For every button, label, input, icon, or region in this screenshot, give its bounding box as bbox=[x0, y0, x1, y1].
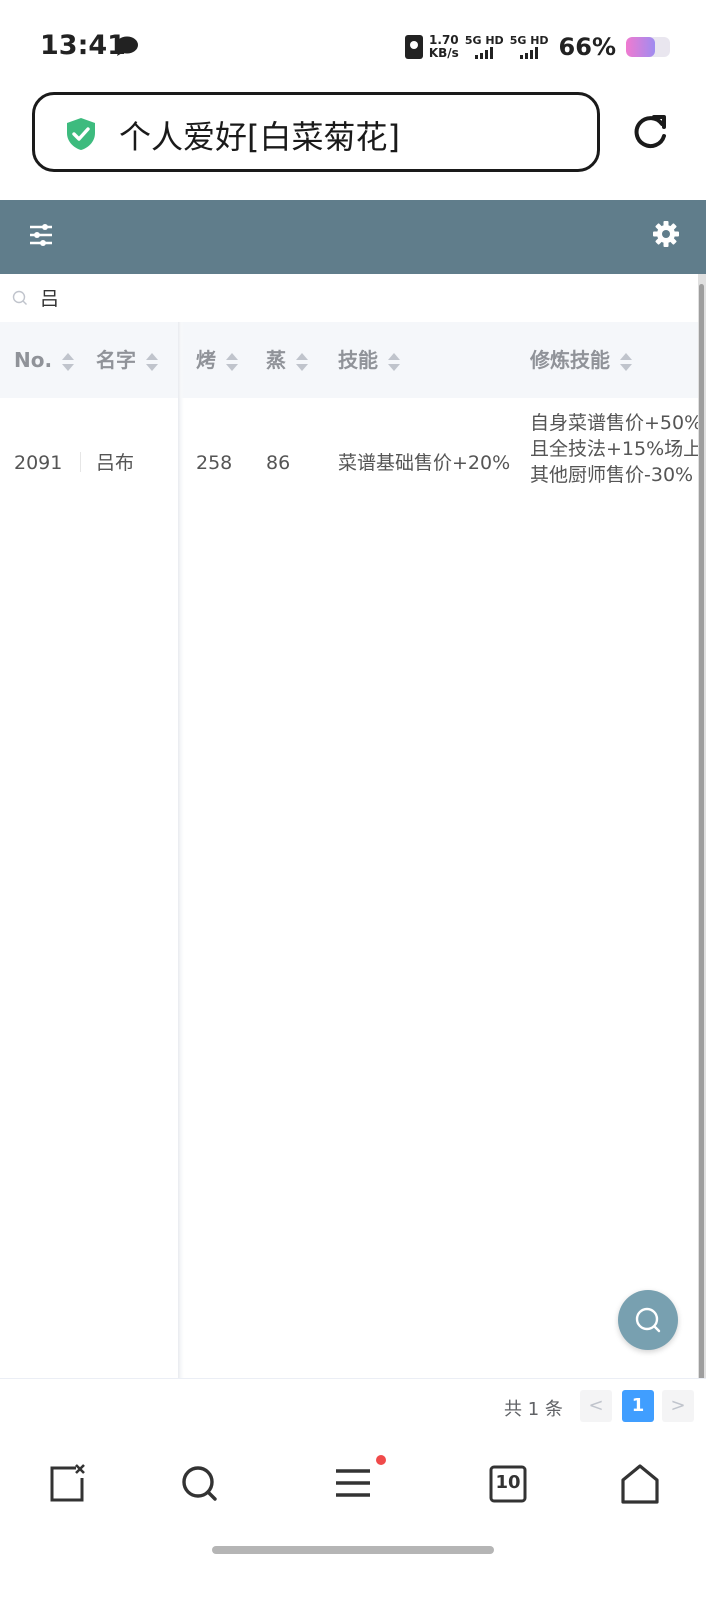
column-header-skill[interactable]: 技能 bbox=[338, 322, 400, 398]
cell-no: 2091 bbox=[14, 452, 63, 474]
status-indicators: 1.70 KB/s 5G HD 5G HD 66% bbox=[404, 30, 670, 64]
next-page-button[interactable]: > bbox=[662, 1390, 694, 1422]
toolbar bbox=[0, 200, 706, 274]
battery-fill bbox=[626, 37, 656, 57]
network-speed: 1.70 KB/s bbox=[429, 34, 459, 60]
cell-steam: 86 bbox=[266, 452, 291, 474]
network-speed-unit: KB/s bbox=[428, 46, 459, 60]
battery-icon bbox=[626, 37, 670, 57]
column-header-label: 名字 bbox=[96, 348, 136, 372]
notification-dot bbox=[376, 1455, 386, 1465]
page-title: 个人爱好[白菜菊花] bbox=[119, 118, 400, 156]
signal-bars-1-icon bbox=[465, 47, 504, 59]
cell-skill: 菜谱基础售价+20% bbox=[338, 452, 511, 474]
sort-icon bbox=[296, 352, 308, 371]
bottom-nav bbox=[0, 1436, 720, 1600]
sort-icon bbox=[226, 352, 238, 371]
status-time: 13:41 bbox=[40, 30, 126, 61]
page-number-button[interactable]: 1 bbox=[622, 1390, 654, 1422]
sim-card-icon bbox=[404, 35, 423, 59]
cell-divider bbox=[80, 452, 81, 472]
search-icon[interactable] bbox=[178, 1462, 222, 1506]
column-header-label: 烤 bbox=[196, 348, 216, 372]
signal-2: 5G HD bbox=[510, 35, 549, 59]
battery-percent: 66% bbox=[558, 33, 616, 61]
floating-search-button[interactable] bbox=[618, 1290, 678, 1350]
filter-sliders-icon[interactable] bbox=[28, 222, 54, 248]
column-header-label: No. bbox=[14, 348, 53, 372]
column-header-label: 蒸 bbox=[266, 348, 286, 372]
tabs-count: 10 bbox=[495, 1472, 521, 1493]
cell-roast: 258 bbox=[196, 452, 233, 474]
table-header: No. 名字 烤 蒸 技能 修炼技能 bbox=[0, 322, 706, 399]
column-header-steam[interactable]: 蒸 bbox=[266, 322, 308, 398]
search-row[interactable] bbox=[0, 274, 706, 322]
sort-icon bbox=[62, 352, 75, 371]
table-row[interactable]: 2091 吕布 258 86 菜谱基础售价+20% 自身菜谱售价+50%且全技法… bbox=[0, 398, 706, 529]
address-bar[interactable]: 个人爱好[白菜菊花] bbox=[32, 92, 600, 172]
column-header-label: 技能 bbox=[338, 348, 378, 372]
sort-icon bbox=[146, 352, 158, 371]
home-icon[interactable] bbox=[618, 1462, 662, 1506]
sort-icon bbox=[620, 352, 632, 371]
column-header-label: 修炼技能 bbox=[530, 348, 610, 372]
tabs-button[interactable]: 10 bbox=[486, 1462, 530, 1506]
column-header-no[interactable]: No. bbox=[14, 322, 75, 398]
column-header-roast[interactable]: 烤 bbox=[196, 322, 238, 398]
menu-icon[interactable] bbox=[332, 1462, 376, 1506]
column-header-trained-skill[interactable]: 修炼技能 bbox=[530, 322, 632, 398]
search-icon bbox=[635, 1307, 661, 1333]
signal-2-label: 5G HD bbox=[509, 34, 549, 47]
prev-page-button[interactable]: < bbox=[580, 1390, 612, 1422]
search-input[interactable]: 吕 bbox=[40, 284, 59, 311]
signal-1-label: 5G HD bbox=[464, 34, 504, 47]
chat-bubble-icon bbox=[116, 36, 138, 56]
refresh-icon[interactable] bbox=[630, 112, 670, 152]
shield-check-icon bbox=[67, 118, 95, 150]
signal-1: 5G HD bbox=[465, 35, 504, 59]
cell-name: 吕布 bbox=[96, 452, 135, 474]
sort-icon bbox=[388, 352, 400, 371]
fixed-column-shadow bbox=[178, 322, 184, 1378]
search-icon bbox=[12, 290, 27, 305]
gear-icon[interactable] bbox=[652, 220, 680, 248]
status-bar: 13:41 1.70 KB/s 5G HD 5G HD 66% bbox=[0, 0, 720, 90]
signal-bars-2-icon bbox=[510, 47, 549, 59]
close-tab-icon[interactable] bbox=[46, 1462, 90, 1506]
column-header-name[interactable]: 名字 bbox=[96, 322, 158, 398]
home-indicator[interactable] bbox=[212, 1546, 494, 1554]
table-body bbox=[0, 528, 706, 1378]
pagination-total: 共 1 条 bbox=[504, 1399, 563, 1420]
scrollbar-thumb[interactable] bbox=[699, 284, 704, 1434]
cell-trained-skill: 自身菜谱售价+50%且全技法+15%场上其他厨师售价-30% bbox=[530, 412, 703, 486]
